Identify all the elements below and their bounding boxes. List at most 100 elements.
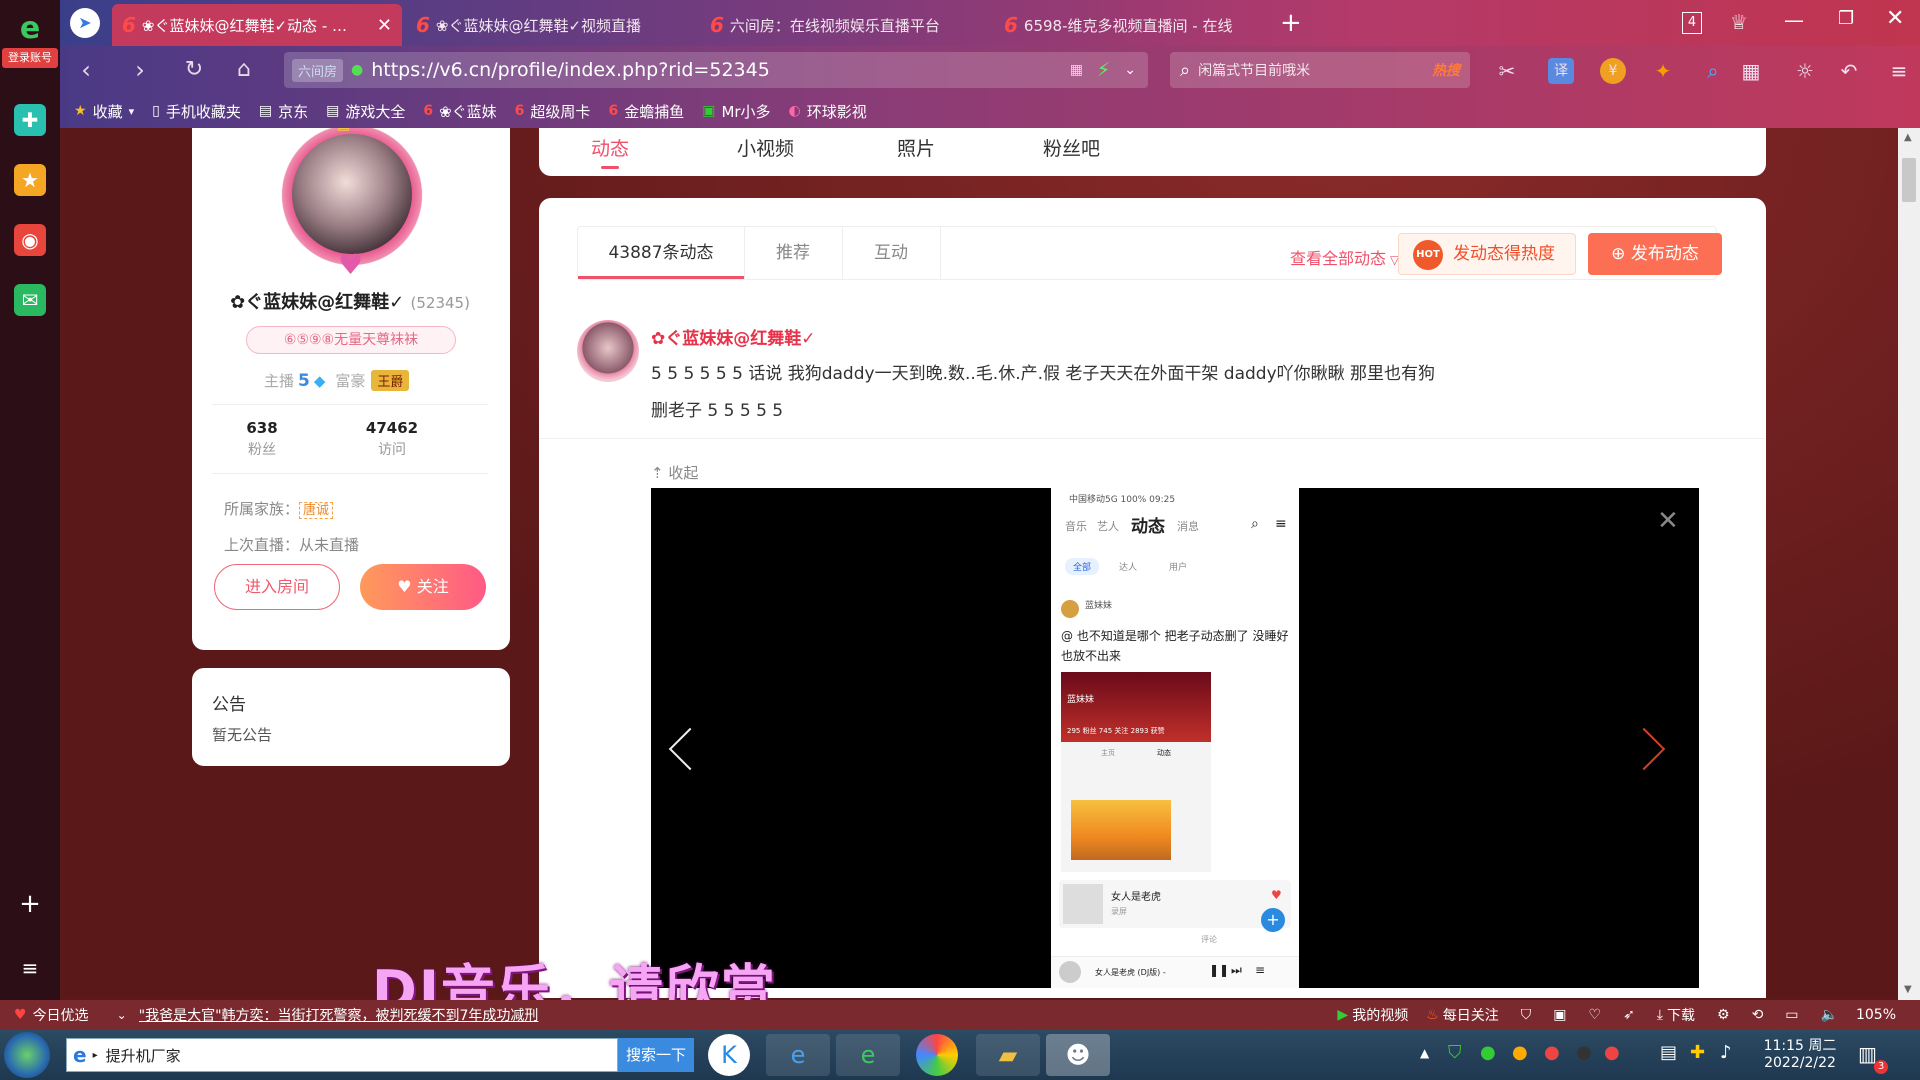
tab-count-badge[interactable]: 4 <box>1682 12 1702 34</box>
bookmark-favorites[interactable]: ★ 收藏 ▾ <box>74 101 134 122</box>
scroll-thumb[interactable] <box>1902 158 1916 202</box>
rocket-icon[interactable]: ➶ <box>1623 1007 1635 1023</box>
favorites-star-icon[interactable]: ★ <box>14 164 46 196</box>
bookmark-fishing[interactable]: 6 金蟾捕鱼 <box>608 101 684 122</box>
nav-tab-fan-bar[interactable]: 粉丝吧 <box>1043 134 1100 161</box>
tray-app-icon[interactable]: ● <box>1480 1042 1496 1063</box>
kugou-app-icon[interactable]: K <box>708 1034 750 1076</box>
compass-icon[interactable]: ➤ <box>70 8 100 38</box>
shield-icon[interactable]: ⛉ <box>1521 1007 1532 1023</box>
speed-icon[interactable]: ⚡ <box>1097 59 1110 81</box>
tray-qq-icon[interactable]: ● <box>1576 1042 1592 1063</box>
gamepad-icon[interactable]: ✦ <box>1650 58 1676 84</box>
sync-icon[interactable]: ⟲ <box>1752 1007 1764 1023</box>
hot-dynamic-button[interactable]: HOT 发动态得热度 <box>1398 233 1576 275</box>
family-value[interactable]: 唐诚 <box>299 502 334 519</box>
hot-search-label[interactable]: 热搜 <box>1432 60 1460 80</box>
window-close-icon[interactable]: ✕ <box>1886 6 1904 31</box>
forward-icon[interactable]: › <box>124 54 156 86</box>
tray-add-icon[interactable]: ✚ <box>1690 1042 1705 1063</box>
ie-app-icon[interactable]: e <box>766 1034 830 1076</box>
coupon-icon[interactable]: ¥ <box>1600 58 1626 84</box>
fans-stat[interactable]: 638 粉丝 <box>212 419 312 459</box>
new-tab-button[interactable]: + <box>1280 8 1302 38</box>
my-video-link[interactable]: 我的视频 <box>1352 1005 1408 1025</box>
menu-list-icon[interactable]: ≡ <box>14 952 46 984</box>
app-plus-icon[interactable]: ✚ <box>14 104 46 136</box>
tab-six-rooms-home[interactable]: 6 六间房：在线视频娱乐直播平台 <box>700 4 990 46</box>
back-icon[interactable]: ‹ <box>70 54 102 86</box>
login-button[interactable]: 登录账号 <box>2 48 58 68</box>
skin-shirt-icon[interactable]: ♕ <box>1730 10 1748 34</box>
tray-expand-icon[interactable]: ▲ <box>1420 1046 1429 1060</box>
nav-tab-photos[interactable]: 照片 <box>897 134 935 161</box>
image-icon[interactable]: ▣ <box>1553 1007 1566 1023</box>
browser-app-icon[interactable]: e <box>836 1034 900 1076</box>
post-author-avatar[interactable] <box>577 320 639 382</box>
headline-link[interactable]: "我爸是大官"韩方奕：当街打死警察，被判死缓不到7年成功减刑 <box>139 1005 579 1025</box>
nav-tab-short-video[interactable]: 小视频 <box>737 134 794 161</box>
restore-icon[interactable]: ❐ <box>1838 8 1854 29</box>
post-author-name[interactable]: ✿ぐ蓝妹妹@红舞鞋✓ <box>651 324 816 349</box>
profile-avatar[interactable]: ♛ ♥ <box>278 128 426 281</box>
mail-icon[interactable]: ✉ <box>14 284 46 316</box>
today-pick-label[interactable]: 今日优选 <box>33 1005 89 1025</box>
follow-button[interactable]: ♥ 关注 <box>360 564 486 610</box>
bookmark-mobile[interactable]: ▯ 手机收藏夹 <box>152 101 241 122</box>
tray-qq-icon[interactable]: ● <box>1512 1042 1528 1063</box>
tray-volume-icon[interactable]: ♪ <box>1720 1042 1732 1063</box>
main-menu-icon[interactable]: ≡ <box>1886 58 1912 84</box>
collapse-button[interactable]: ⇡ 收起 <box>651 462 698 483</box>
qr-icon[interactable]: ▦ <box>1070 62 1083 78</box>
feed-tab-recommend[interactable]: 推荐 <box>744 227 842 279</box>
publish-dynamic-button[interactable]: ⊕ 发布动态 <box>1588 233 1722 275</box>
daily-follow-link[interactable]: 每日关注 <box>1443 1005 1499 1025</box>
next-arrow-icon[interactable] <box>1622 727 1666 771</box>
brightness-icon[interactable]: ☼ <box>1792 58 1818 84</box>
active-window-icon[interactable]: ☻ <box>1046 1034 1110 1076</box>
tray-qq-icon[interactable]: ● <box>1544 1042 1560 1063</box>
bookmark-games[interactable]: ▤ 游戏大全 <box>326 101 405 122</box>
tab-profile-dynamic[interactable]: 6 ❀ぐ蓝妹妹@红舞鞋✓动态 - 在线 ✕ <box>112 4 402 46</box>
prev-arrow-icon[interactable] <box>668 727 712 771</box>
colorful-app-icon[interactable] <box>916 1034 958 1076</box>
page-scrollbar[interactable]: ▲ ▼ <box>1898 128 1920 1000</box>
weibo-icon[interactable]: ◉ <box>14 224 46 256</box>
url-field[interactable]: 六间房 ● https://v6.cn/profile/index.php?ri… <box>284 52 1148 88</box>
volume-icon[interactable]: 🔈 <box>1821 1007 1838 1023</box>
viewer-close-icon[interactable]: ✕ <box>1657 506 1679 536</box>
nav-tab-dynamic[interactable]: 动态 <box>591 134 629 169</box>
tray-qq-icon[interactable]: ● <box>1604 1042 1620 1063</box>
bookmark-weekly-card[interactable]: 6 超级周卡 <box>515 101 591 122</box>
bookmark-mrxiaoduo[interactable]: ▣ Mr小多 <box>702 101 770 122</box>
ie-address-field[interactable]: e ▸ 提升机厂家 <box>66 1038 618 1072</box>
heart-outline-icon[interactable]: ♡ <box>1589 1007 1602 1023</box>
search-field[interactable]: ⌕ 闲篇式节目前哦米 热搜 <box>1170 52 1470 88</box>
view-all-dynamics-link[interactable]: 查看全部动态 ▽ <box>1290 245 1399 269</box>
translate-icon[interactable]: 译 <box>1548 58 1574 84</box>
url-dropdown-icon[interactable]: ⌄ <box>1124 62 1136 78</box>
magnifier-icon[interactable]: ⌕ <box>1700 58 1726 84</box>
bookmark-jd[interactable]: ▤ 京东 <box>259 101 308 122</box>
scroll-down-icon[interactable]: ▼ <box>1904 984 1912 995</box>
scroll-up-icon[interactable]: ▲ <box>1904 132 1912 143</box>
minimize-icon[interactable]: — <box>1784 8 1804 32</box>
settings-icon[interactable]: ⚙ <box>1717 1007 1730 1023</box>
refresh-icon[interactable]: ↻ <box>178 54 210 86</box>
feed-tab-interact[interactable]: 互动 <box>842 227 940 279</box>
home-icon[interactable]: ⌂ <box>228 54 260 86</box>
tab-close-icon[interactable]: ✕ <box>367 15 392 36</box>
apps-grid-icon[interactable]: ▦ <box>1738 58 1764 84</box>
window-icon[interactable]: ▭ <box>1785 1007 1798 1023</box>
download-link[interactable]: 下载 <box>1667 1005 1695 1025</box>
tray-shield-icon[interactable]: ⛉ <box>1448 1042 1462 1063</box>
tab-victor-room[interactable]: 6 6598-维克多视频直播间 - 在线 <box>994 4 1284 46</box>
undo-icon[interactable]: ↶ <box>1836 58 1862 84</box>
scissors-icon[interactable]: ✂ <box>1494 58 1520 84</box>
zoom-level[interactable]: 105% <box>1856 1007 1896 1023</box>
tab-live-video[interactable]: 6 ❀ぐ蓝妹妹@红舞鞋✓视频直播 <box>406 4 696 46</box>
start-button[interactable] <box>4 1032 50 1078</box>
tray-network-icon[interactable]: ▤ <box>1660 1042 1677 1063</box>
clock[interactable]: 11:15 周二 2022/2/22 <box>1758 1035 1842 1071</box>
folder-app-icon[interactable]: ▰ <box>976 1034 1040 1076</box>
